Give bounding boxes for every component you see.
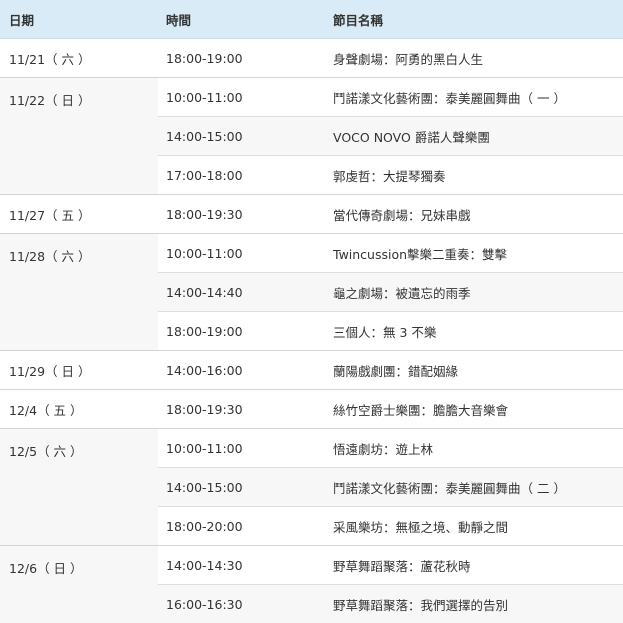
header-program: 節目名稱 [325,0,623,39]
table-row: 12/4（ 五 ） 18:00-19:30 絲竹空爵士樂團：膽膽大音樂會 [0,389,623,429]
program-cell: 悟遠劇坊：遊上林 [325,428,623,468]
date-cell: 11/29（ 日 ） [0,350,158,390]
time-cell: 10:00-11:00 [158,428,325,468]
program-cell: 鬥諾漾文化藝術團：泰美麗圓舞曲（ 一 ） [325,77,623,117]
program-cell: 采風樂坊：無極之境、動靜之間 [325,506,623,546]
table-row: 11/27（ 五 ） 18:00-19:30 當代傳奇劇場：兄妹串戲 [0,194,623,234]
schedule-table: 日期 時間 節目名稱 11/21（ 六 ） 18:00-19:00 身聲劇場：阿… [0,0,623,623]
date-cell: 11/21（ 六 ） [0,38,158,78]
program-cell: 野草舞蹈聚落：我們選擇的告別 [325,584,623,623]
time-cell: 18:00-19:00 [158,311,325,351]
header-row: 日期 時間 節目名稱 [0,0,623,39]
time-cell: 10:00-11:00 [158,77,325,117]
program-cell: 龜之劇場：被遺忘的雨季 [325,272,623,312]
table-row: 11/22（ 日 ） 10:00-11:00 鬥諾漾文化藝術團：泰美麗圓舞曲（ … [0,77,623,195]
table-row: 11/29（ 日 ） 14:00-16:00 蘭陽戲劇團：錯配姻緣 [0,350,623,390]
program-cell: 當代傳奇劇場：兄妹串戲 [325,194,623,234]
time-cell: 14:00-14:40 [158,272,325,312]
date-cell: 12/4（ 五 ） [0,389,158,429]
time-cell: 10:00-11:00 [158,233,325,273]
table-row: 12/5（ 六 ） 10:00-11:00 悟遠劇坊：遊上林 [0,428,623,546]
date-cell: 12/5（ 六 ） [0,428,158,546]
date-cell: 11/22（ 日 ） [0,77,158,195]
time-cell: 18:00-20:00 [158,506,325,546]
table-row: 11/28（ 六 ） 10:00-11:00 Twincussion擊樂二重奏：… [0,233,623,351]
time-cell: 18:00-19:00 [166,50,243,66]
program-cell: 絲竹空爵士樂團：膽膽大音樂會 [325,389,623,429]
program-cell: 鬥諾漾文化藝術團：泰美麗圓舞曲（ 二 ） [325,467,623,507]
time-cell: 14:00-14:30 [158,545,325,585]
date-cell: 12/6（ 日 ） [0,545,158,623]
program-cell: 野草舞蹈聚落：蘆花秋時 [325,545,623,585]
time-cell: 18:00-19:30 [158,194,325,234]
time-cell: 14:00-16:00 [158,350,325,390]
time-cell: 14:00-15:00 [158,116,325,156]
header-time: 時間 [158,0,325,39]
header-date: 日期 [0,0,158,39]
program-cell: 身聲劇場：阿勇的黑白人生 [333,51,484,67]
program-cell: 蘭陽戲劇團：錯配姻緣 [325,350,623,390]
time-cell: 16:00-16:30 [158,584,325,623]
program-cell: Twincussion擊樂二重奏：雙擊 [325,233,623,273]
date-cell: 11/28（ 六 ） [0,233,158,351]
program-cell: VOCO NOVO 爵諾人聲樂團 [325,116,623,156]
table-row: 11/21（ 六 ） 18:00-19:00 身聲劇場：阿勇的黑白人生 [0,38,623,78]
table-row: 12/6（ 日 ） 14:00-14:30 野草舞蹈聚落：蘆花秋時 [0,545,623,623]
time-cell: 18:00-19:30 [158,389,325,429]
program-cell: 郭虔哲：大提琴獨奏 [325,155,623,195]
time-cell: 17:00-18:00 [158,155,325,195]
program-cell: 三個人：無 3 不樂 [325,311,623,351]
time-cell: 14:00-15:00 [158,467,325,507]
date-cell: 11/27（ 五 ） [0,194,158,234]
